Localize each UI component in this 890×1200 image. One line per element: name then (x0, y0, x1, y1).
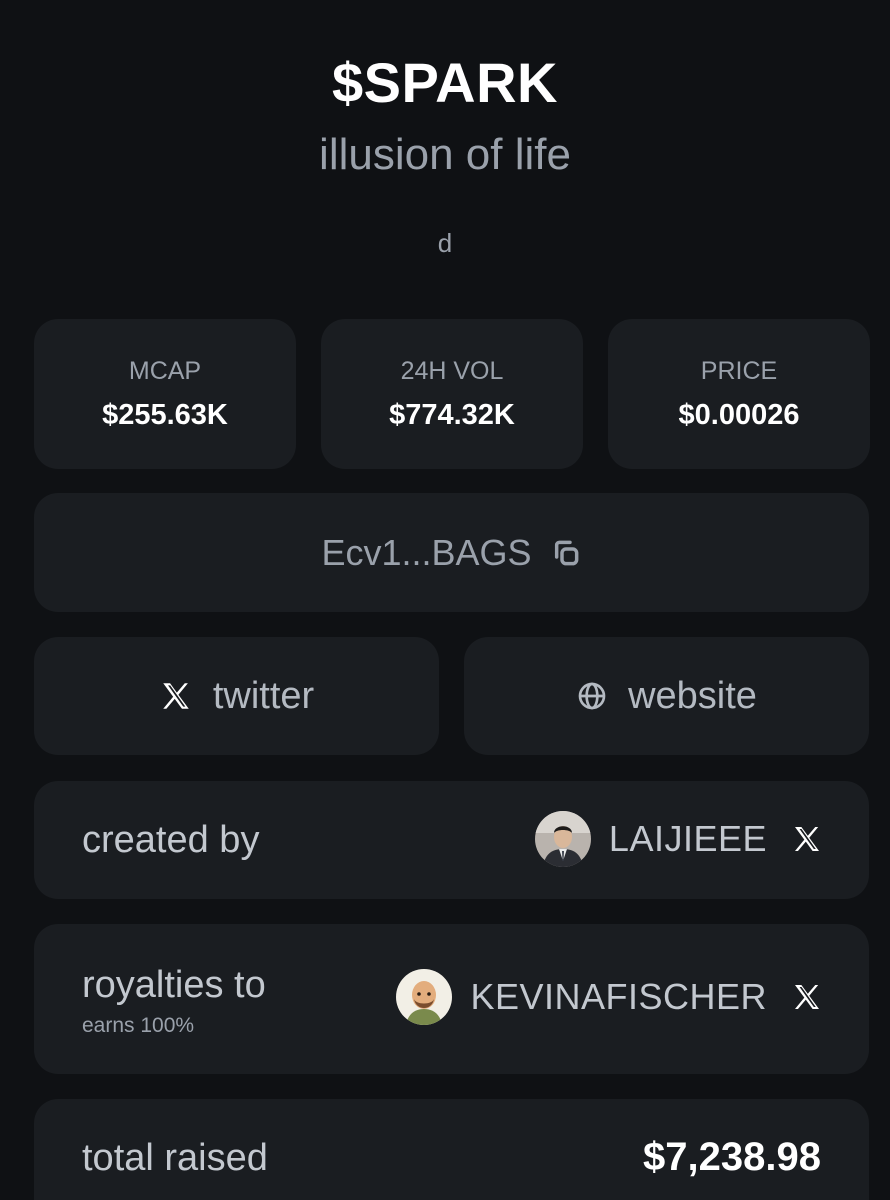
x-logo-icon[interactable] (791, 981, 823, 1013)
token-name: illusion of life (319, 130, 571, 179)
royalty-recipient-profile[interactable]: KEVINAFISCHER (396, 969, 823, 1025)
x-logo-icon[interactable] (791, 823, 823, 855)
stat-value: $255.63K (102, 399, 228, 431)
website-link-label: website (628, 674, 757, 717)
creator-username[interactable]: LAIJIEEE (609, 818, 767, 860)
total-raised-label: total raised (82, 1137, 268, 1179)
x-logo-icon (163, 683, 189, 709)
stat-card-24h-vol: 24H VOL $774.32K (321, 319, 583, 469)
token-page: $SPARK illusion of life d MCAP $255.63K … (0, 0, 890, 1200)
royalties-row: royalties to earns 100% KEVINAFISCHER (34, 924, 869, 1074)
stat-card-mcap: MCAP $255.63K (34, 319, 296, 469)
stat-label: MCAP (128, 357, 202, 385)
contract-address: Ecv1...BAGS (321, 531, 532, 573)
created-by-row: created by LAIJIEEE (34, 781, 869, 899)
stat-card-price: PRICE $0.00026 (608, 319, 870, 469)
twitter-link-label: twitter (212, 674, 315, 717)
creator-profile[interactable]: LAIJIEEE (534, 811, 823, 867)
total-raised-value: $7,238.98 (643, 1135, 821, 1179)
globe-icon (578, 682, 606, 710)
token-ticker: $SPARK (331, 51, 558, 114)
total-raised-row: total raised $7,238.98 (34, 1099, 869, 1200)
created-by-label: created by (82, 819, 260, 861)
stat-value: $774.32K (389, 399, 515, 431)
twitter-link-button[interactable]: twitter (34, 637, 439, 755)
stat-label: 24H VOL (400, 357, 504, 385)
token-description: d (437, 228, 453, 258)
creator-avatar[interactable] (534, 811, 591, 867)
stat-value: $0.00026 (678, 399, 800, 431)
royalties-share: earns 100% (82, 1014, 195, 1037)
stat-label: PRICE (700, 357, 778, 385)
royalties-label: royalties to (82, 964, 266, 1006)
website-link-button[interactable]: website (464, 637, 869, 755)
royalty-recipient-username[interactable]: KEVINAFISCHER (470, 976, 767, 1018)
contract-address-button[interactable]: Ecv1...BAGS (34, 493, 869, 612)
royalty-recipient-avatar[interactable] (396, 969, 453, 1025)
copy-icon[interactable] (550, 537, 582, 569)
